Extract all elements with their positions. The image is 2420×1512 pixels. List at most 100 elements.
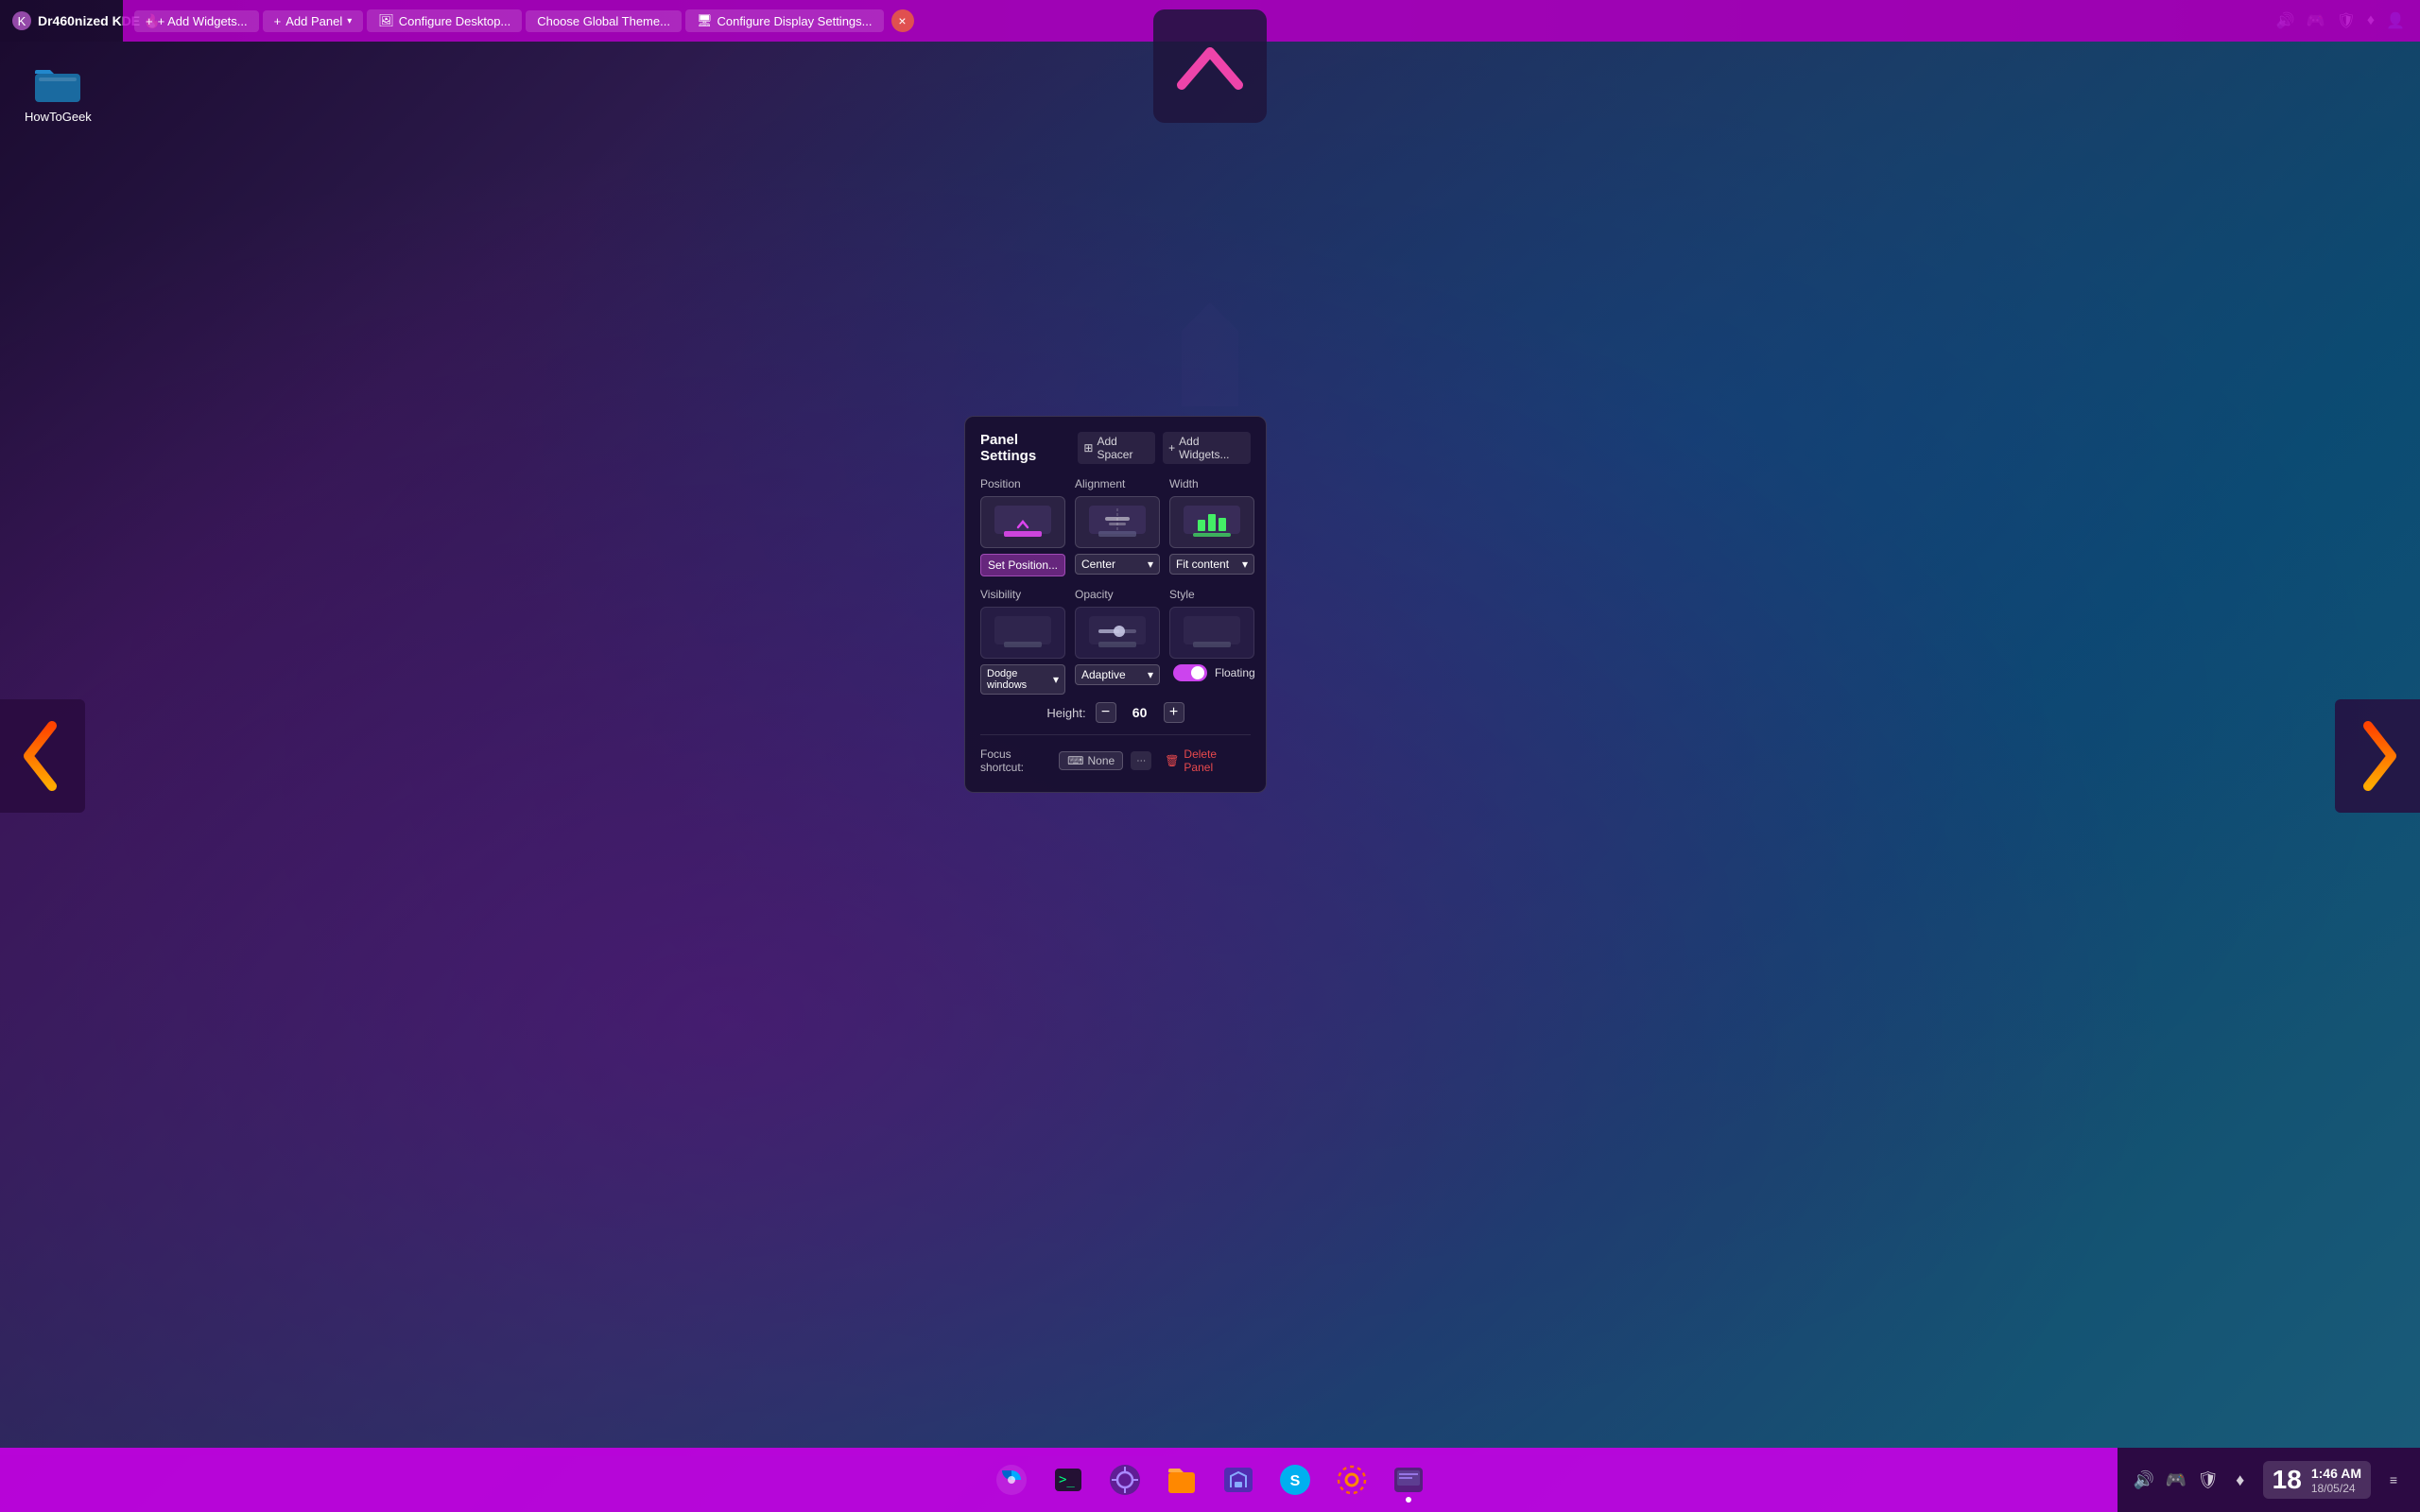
width-label: Width — [1169, 477, 1199, 490]
ghost-app-icon — [1392, 1463, 1426, 1497]
choose-theme-btn[interactable]: Choose Global Theme... — [526, 10, 682, 32]
svg-text:K: K — [18, 14, 26, 28]
add-panel-btn[interactable]: + Add Panel ▾ — [263, 10, 364, 32]
skype-icon: S — [1278, 1463, 1312, 1497]
diamond-tray-icon[interactable]: ♦ — [2229, 1469, 2252, 1491]
chevron-icon: ▾ — [347, 16, 352, 26]
shortcut-extra-btn[interactable]: ⋯ — [1131, 751, 1151, 770]
center-logo-box — [1153, 9, 1267, 123]
panel-settings-dialog: Panel Settings ⊞ Add Spacer + Add Widget… — [964, 416, 1267, 793]
opacity-preview — [1075, 607, 1160, 659]
folder-icon — [33, 62, 82, 104]
visibility-label: Visibility — [980, 588, 1021, 601]
taskbar-item-files[interactable] — [1157, 1455, 1206, 1504]
add-spacer-icon: ⊞ — [1083, 441, 1093, 455]
volume-tray-icon[interactable]: 🔊 — [2133, 1469, 2155, 1491]
alignment-chevron: ▾ — [1148, 558, 1153, 571]
desktop-icon-howtogeek[interactable]: HowToGeek — [19, 57, 97, 129]
position-label: Position — [980, 477, 1021, 490]
height-minus-btn[interactable]: − — [1096, 702, 1116, 723]
style-label: Style — [1169, 588, 1195, 601]
settings-icon — [1335, 1463, 1369, 1497]
width-select[interactable]: Fit content ▾ — [1169, 554, 1254, 575]
configure-desktop-icon: 🖼 — [378, 13, 394, 28]
visibility-preview — [980, 607, 1065, 659]
width-chevron: ▾ — [1242, 558, 1248, 571]
visibility-chevron: ▾ — [1053, 673, 1059, 686]
system-tray: 🔊 🎮 🛡 ♦ 18 1:46 AM 18/05/24 ≡ — [2118, 1448, 2420, 1512]
add-spacer-label: Add Spacer — [1097, 435, 1150, 461]
panel-settings-title: Panel Settings — [980, 432, 1070, 464]
choose-theme-label: Choose Global Theme... — [537, 14, 670, 28]
add-widgets-btn[interactable]: + + Add Widgets... — [134, 10, 259, 32]
taskbar-item-ghost[interactable] — [1384, 1455, 1433, 1504]
add-spacer-btn[interactable]: ⊞ Add Spacer — [1078, 432, 1155, 464]
ps-add-widgets-label: Add Widgets... — [1179, 435, 1245, 461]
svg-text:S: S — [1290, 1473, 1301, 1489]
panel-settings-actions: ⊞ Add Spacer + Add Widgets... — [1078, 432, 1251, 464]
edit-toolbar: + + Add Widgets... + Add Panel ▾ 🖼 Confi… — [123, 0, 2420, 42]
clock-time: 1:46 AM — [2311, 1465, 2361, 1482]
clock-date: 18/05/24 — [2311, 1482, 2361, 1495]
height-plus-btn[interactable]: + — [1164, 702, 1184, 723]
taskbar-item-steamos[interactable] — [987, 1455, 1036, 1504]
taskbar-item-settings[interactable] — [1327, 1455, 1376, 1504]
panel-settings-header: Panel Settings ⊞ Add Spacer + Add Widget… — [980, 432, 1251, 464]
set-position-btn[interactable]: Set Position... — [980, 554, 1065, 576]
opacity-chevron: ▾ — [1148, 668, 1153, 681]
visibility-section: Visibility Dodge windows ▾ — [980, 588, 1065, 695]
floating-toggle[interactable] — [1173, 664, 1207, 681]
minus-icon: − — [1101, 704, 1110, 721]
settings-row-2: Visibility Dodge windows ▾ Opacity — [980, 588, 1251, 695]
focus-shortcut-section: Focus shortcut: ⌨ None ⋯ — [980, 747, 1151, 774]
add-panel-icon: + — [274, 14, 282, 28]
game-tray-icon[interactable]: 🎮 — [2165, 1469, 2187, 1491]
svg-text:>_: >_ — [1059, 1472, 1075, 1487]
shortcut-icon: ⌨ — [1067, 754, 1083, 767]
delete-panel-label: Delete Panel — [1184, 747, 1245, 774]
height-label: Height: — [1046, 706, 1085, 720]
taskbar-item-discover[interactable] — [1214, 1455, 1263, 1504]
delete-panel-btn[interactable]: 🗑 Delete Panel — [1159, 745, 1251, 777]
nav-arrow-left[interactable] — [0, 699, 85, 813]
tray-icons: 🔊 🎮 🛡 ♦ — [2133, 1469, 2252, 1491]
height-row: Height: − 60 + — [980, 702, 1251, 723]
configure-display-label: Configure Display Settings... — [717, 14, 872, 28]
configure-desktop-btn[interactable]: 🖼 Configure Desktop... — [367, 9, 522, 32]
floating-row: Floating — [1169, 664, 1255, 681]
taskbar-item-skype[interactable]: S — [1270, 1455, 1320, 1504]
files-icon — [1165, 1463, 1199, 1497]
shield-tray-icon[interactable]: 🛡 — [2197, 1469, 2220, 1491]
opacity-select[interactable]: Adaptive ▾ — [1075, 664, 1160, 685]
visibility-select[interactable]: Dodge windows ▾ — [980, 664, 1065, 695]
alignment-select[interactable]: Center ▾ — [1075, 554, 1160, 575]
nav-arrow-right[interactable] — [2335, 699, 2420, 813]
taskbar: >_ S — [0, 1448, 2420, 1512]
opacity-label: Opacity — [1075, 588, 1114, 601]
clock-box[interactable]: 18 1:46 AM 18/05/24 — [2263, 1461, 2371, 1499]
width-section: Width Fit content ▾ — [1169, 477, 1254, 576]
settings-row-1: Position Set Position... Alignment — [980, 477, 1251, 576]
chevron-up-icon — [1172, 38, 1248, 94]
taskbar-item-terminal[interactable]: >_ — [1044, 1455, 1093, 1504]
steamos-icon — [994, 1463, 1028, 1497]
visibility-value: Dodge windows — [987, 668, 1053, 691]
height-value: 60 — [1126, 705, 1154, 720]
add-widgets-icon: + — [146, 14, 153, 28]
alignment-preview — [1075, 496, 1160, 548]
shortcut-box[interactable]: ⌨ None — [1059, 751, 1123, 770]
alignment-value: Center — [1081, 558, 1115, 571]
configure-display-btn[interactable]: 🖥 Configure Display Settings... — [685, 9, 884, 32]
edit-toolbar-close-btn[interactable]: × — [891, 9, 914, 32]
taskbar-item-spectacle[interactable] — [1100, 1455, 1150, 1504]
kde-logo-icon: K — [11, 10, 32, 31]
alignment-label: Alignment — [1075, 477, 1125, 490]
panel-settings-footer: Focus shortcut: ⌨ None ⋯ 🗑 Delete Panel — [980, 734, 1251, 777]
notifications-icon[interactable]: ≡ — [2382, 1469, 2405, 1491]
floating-label: Floating — [1215, 666, 1255, 679]
discover-icon — [1221, 1463, 1255, 1497]
ps-add-widgets-btn[interactable]: + Add Widgets... — [1163, 432, 1251, 464]
desktop-icon-label: HowToGeek — [25, 110, 92, 124]
alignment-section: Alignment Center ▾ — [1075, 477, 1160, 576]
ps-add-widgets-icon: + — [1168, 441, 1175, 455]
